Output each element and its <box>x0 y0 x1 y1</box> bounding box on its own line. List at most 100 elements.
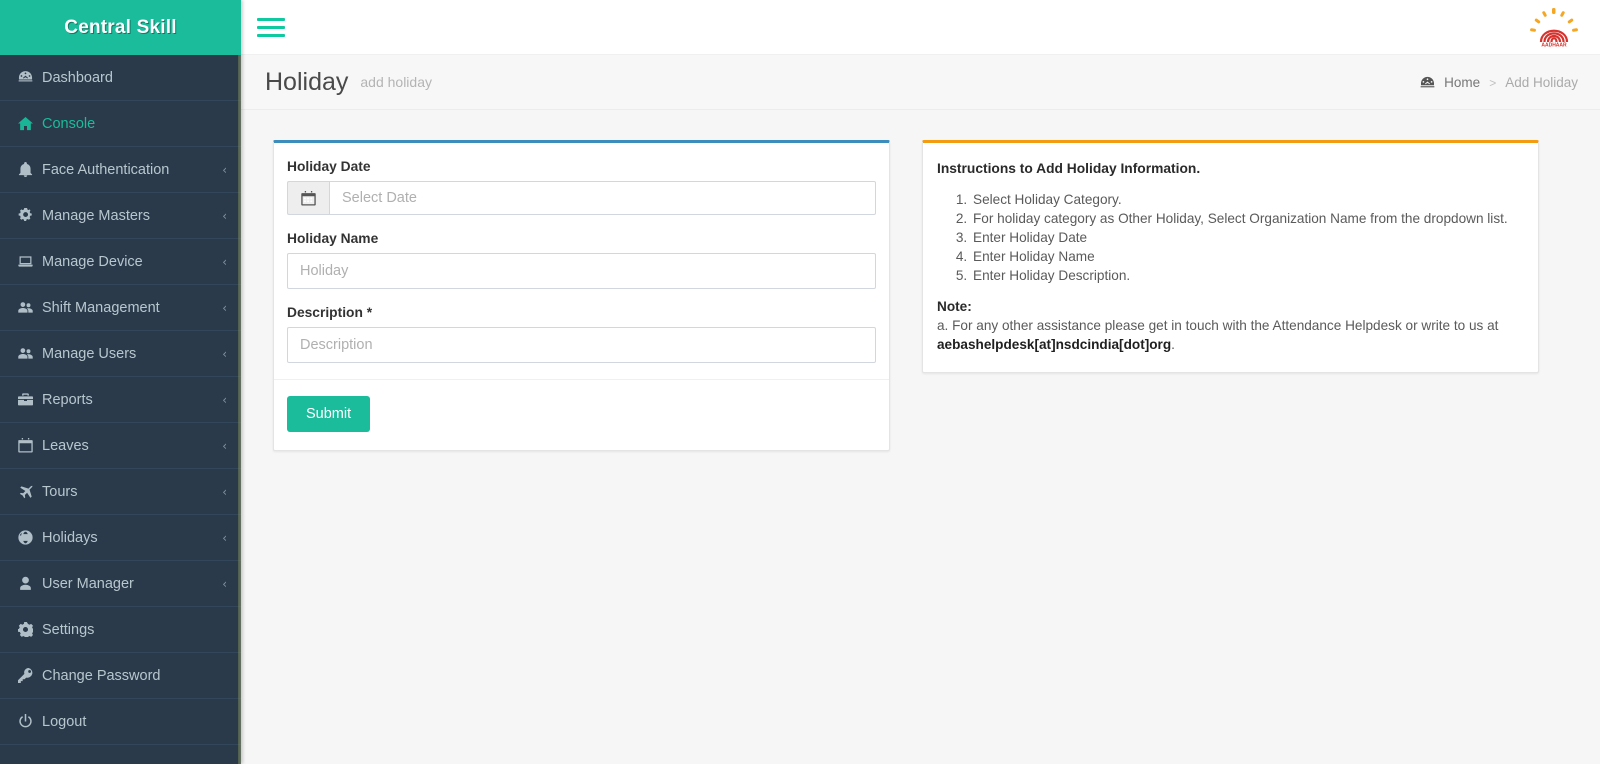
gears-icon <box>18 208 42 223</box>
sidebar-item-logout[interactable]: Logout <box>0 699 241 745</box>
dashboard-icon <box>1420 76 1435 89</box>
sidebar-item-manage-device[interactable]: Manage Device ‹ <box>0 239 241 285</box>
sidebar-item-label: Manage Users <box>42 345 137 362</box>
field-description: Description * <box>287 305 876 363</box>
plane-icon <box>18 484 42 499</box>
form-footer: Submit <box>274 379 889 450</box>
globe-icon <box>18 530 42 545</box>
sidebar-item-change-password[interactable]: Change Password <box>0 653 241 699</box>
sidebar-item-holidays[interactable]: Holidays ‹ <box>0 515 241 561</box>
breadcrumb: Home > Add Holiday <box>1420 55 1578 110</box>
content-area: Holiday Date Select Date Holiday Name Ho… <box>241 110 1600 451</box>
label-text: Description <box>287 305 363 320</box>
chevron-left-icon: ‹ <box>222 300 227 315</box>
sidebar-item-label: Leaves <box>42 437 89 454</box>
holiday-date-input-group <box>287 181 876 215</box>
instruction-item: Select Holiday Category. <box>971 190 1522 209</box>
sidebar-item-label: Tours <box>42 483 78 500</box>
instructions-card: Instructions to Add Holiday Information.… <box>922 140 1539 373</box>
sidebar-item-leaves[interactable]: Leaves ‹ <box>0 423 241 469</box>
topbar: AADHAAR <box>241 0 1600 55</box>
sidebar-item-reports[interactable]: Reports ‹ <box>0 377 241 423</box>
submit-button[interactable]: Submit <box>287 396 371 432</box>
sidebar-item-label: Manage Device <box>42 253 143 270</box>
power-icon <box>18 714 42 729</box>
label-holiday-name: Holiday Name <box>287 231 876 246</box>
label-text: Holiday Date <box>287 159 371 174</box>
helpdesk-email: aebashelpdesk[at]nsdcindia[dot]org <box>937 337 1172 352</box>
users-icon <box>18 346 42 361</box>
breadcrumb-home[interactable]: Home <box>1444 75 1480 90</box>
sidebar-item-label: Holidays <box>42 529 98 546</box>
sidebar-item-label: Manage Masters <box>42 207 150 224</box>
chevron-left-icon: ‹ <box>222 162 227 177</box>
chevron-left-icon: ‹ <box>222 392 227 407</box>
instruction-item: Enter Holiday Description. <box>971 266 1522 285</box>
sidebar-item-manage-users[interactable]: Manage Users ‹ <box>0 331 241 377</box>
sidebar-item-label: Logout <box>42 713 87 730</box>
key-icon <box>18 668 42 683</box>
sidebar-item-user-manager[interactable]: User Manager ‹ <box>0 561 241 607</box>
sidebar-scrollbar[interactable] <box>238 55 241 764</box>
breadcrumb-separator: > <box>1489 75 1497 90</box>
app-root: Central Skill Dashboard Console Face Authe… <box>0 0 1600 764</box>
main-area: AADHAAR Holiday add holiday Home > Add H… <box>241 0 1600 764</box>
note-suffix: . <box>1171 337 1175 352</box>
users-icon <box>18 300 42 315</box>
chevron-left-icon: ‹ <box>222 530 227 545</box>
sidebar-item-label: Console <box>42 115 96 132</box>
brand-title: Central Skill <box>0 0 241 55</box>
chevron-left-icon: ‹ <box>222 254 227 269</box>
holiday-form-body: Holiday Date Select Date Holiday Name Ho… <box>274 143 889 363</box>
page-subtitle: add holiday <box>360 74 432 90</box>
instructions-title: Instructions to Add Holiday Information. <box>937 161 1201 176</box>
hamburger-bar <box>257 17 285 21</box>
hamburger-icon[interactable] <box>257 14 287 40</box>
sidebar-item-label: User Manager <box>42 575 134 592</box>
sidebar-nav: Dashboard Console Face Authentication ‹ Mana… <box>0 55 241 745</box>
sidebar-item-label: Reports <box>42 391 93 408</box>
user-icon <box>18 576 42 591</box>
aadhaar-logo-text: AADHAAR <box>1541 43 1567 49</box>
instructions-list: Select Holiday Category.For holiday cate… <box>971 190 1522 285</box>
sidebar-item-face-authentication[interactable]: Face Authentication ‹ <box>0 147 241 193</box>
label-holiday-date: Holiday Date <box>287 159 876 174</box>
note-text: a. For any other assistance please get i… <box>937 318 1499 333</box>
home-icon <box>18 116 42 131</box>
sidebar-item-settings[interactable]: Settings <box>0 607 241 653</box>
calendar-icon[interactable] <box>287 181 329 215</box>
sidebar-item-label: Settings <box>42 621 95 638</box>
sidebar-item-dashboard[interactable]: Dashboard <box>0 55 241 101</box>
briefcase-icon <box>18 392 42 407</box>
sidebar: Central Skill Dashboard Console Face Authe… <box>0 0 241 764</box>
page-header: Holiday add holiday Home > Add Holiday <box>241 55 1600 110</box>
chevron-left-icon: ‹ <box>222 484 227 499</box>
holiday-name-input[interactable] <box>287 253 876 289</box>
sidebar-item-tours[interactable]: Tours ‹ <box>0 469 241 515</box>
sidebar-item-label: Dashboard <box>42 69 113 86</box>
sidebar-item-label: Shift Management <box>42 299 160 316</box>
gear-icon <box>18 622 42 637</box>
holiday-date-input[interactable] <box>329 181 876 215</box>
sidebar-item-label: Face Authentication <box>42 161 170 178</box>
description-input[interactable] <box>287 327 876 363</box>
field-holiday-name: Holiday Name <box>287 231 876 289</box>
aadhaar-logo: AADHAAR <box>1526 7 1582 49</box>
required-mark: * <box>366 305 373 320</box>
bell-icon <box>18 162 42 177</box>
chevron-left-icon: ‹ <box>222 208 227 223</box>
chevron-left-icon: ‹ <box>222 346 227 361</box>
dashboard-icon <box>18 70 42 85</box>
sidebar-item-shift-management[interactable]: Shift Management ‹ <box>0 285 241 331</box>
page-title: Holiday <box>265 67 349 96</box>
field-holiday-date: Holiday Date <box>287 159 876 215</box>
holiday-form-card: Holiday Date Select Date Holiday Name Ho… <box>273 140 890 451</box>
sidebar-item-manage-masters[interactable]: Manage Masters ‹ <box>0 193 241 239</box>
instruction-item: Enter Holiday Name <box>971 247 1522 266</box>
label-description: Description * <box>287 305 876 320</box>
sidebar-item-label: Change Password <box>42 667 161 684</box>
laptop-icon <box>18 254 42 269</box>
sidebar-item-console[interactable]: Console <box>0 101 241 147</box>
calendar-icon <box>18 438 42 453</box>
hamburger-bar <box>257 25 285 29</box>
